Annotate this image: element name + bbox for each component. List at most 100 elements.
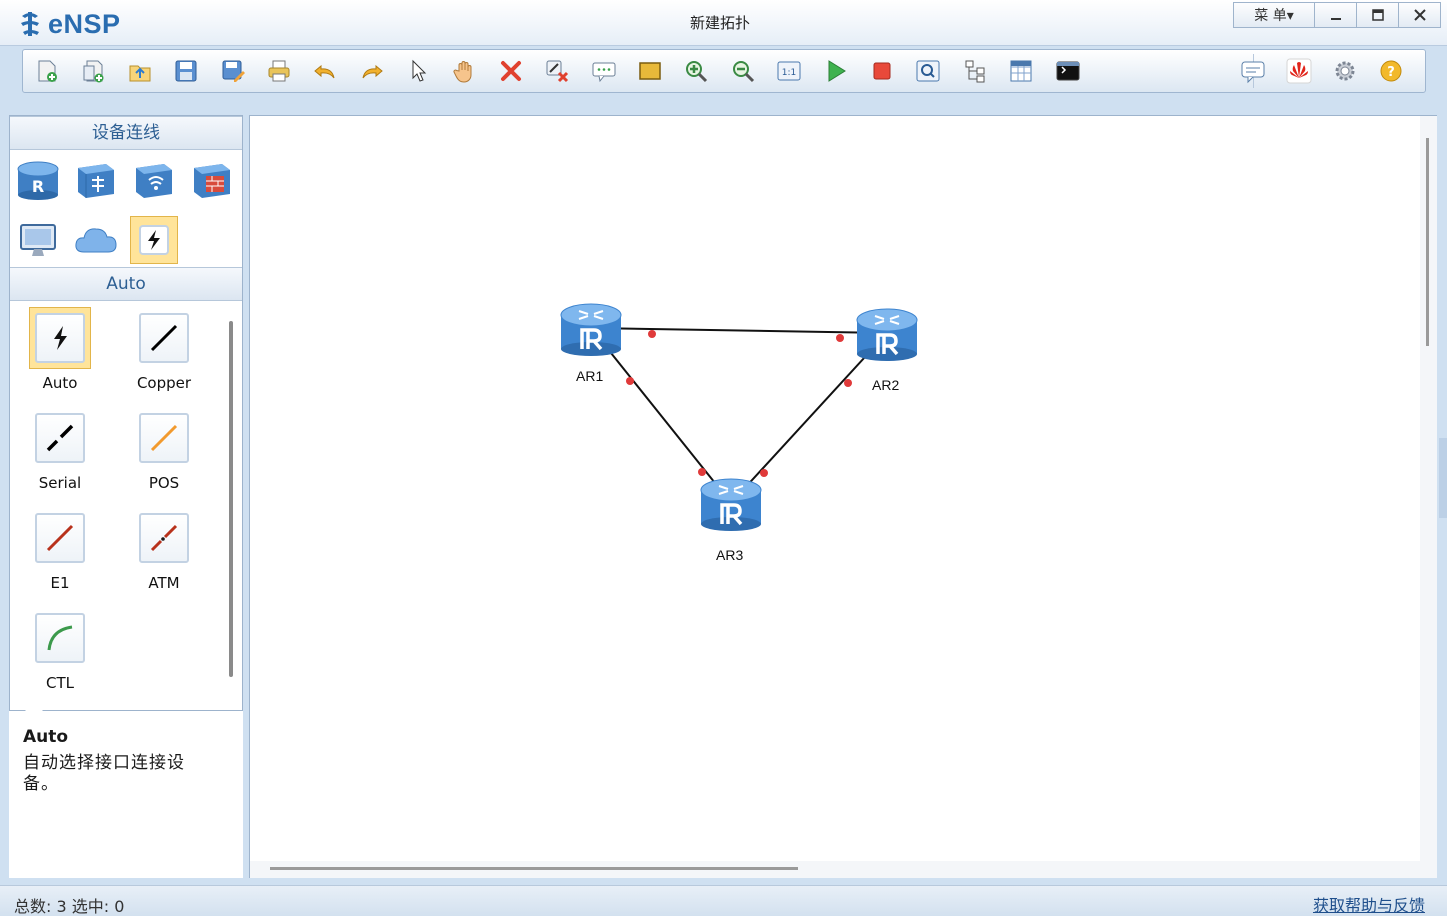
cable-label: ATM	[148, 574, 180, 592]
print-button[interactable]	[261, 53, 297, 89]
description-text: 自动选择接口连接设备。	[23, 753, 185, 794]
delete-icon	[500, 61, 521, 81]
device-category-router[interactable]: R	[14, 156, 62, 204]
router-ar1[interactable]	[560, 303, 622, 356]
cable-icon-box	[139, 513, 189, 563]
description-box: Auto 自动选择接口连接设备。	[9, 702, 243, 878]
open-button[interactable]	[122, 53, 158, 89]
text-annotation-button[interactable]	[586, 53, 622, 89]
device-panel: 设备连线 R Auto Auto Copper Serial POS E1 AT…	[9, 115, 243, 878]
device-category-wireless[interactable]	[130, 156, 178, 204]
link-AR1-AR3[interactable]	[590, 327, 732, 504]
topology-drawing[interactable]	[250, 116, 1420, 861]
ctl-cable-icon	[47, 625, 73, 651]
app-name: eNSP	[48, 8, 121, 39]
cable-item-copper[interactable]: Copper	[114, 303, 214, 399]
cloud-icon	[75, 228, 117, 253]
svg-text:?: ?	[1387, 65, 1395, 80]
save-as-button[interactable]	[215, 53, 251, 89]
print-icon	[268, 60, 290, 82]
settings-button[interactable]	[1327, 53, 1363, 89]
grid-button[interactable]	[1003, 53, 1039, 89]
forum-icon	[1241, 61, 1265, 84]
close-icon	[1413, 9, 1426, 21]
delete-link-button[interactable]	[539, 53, 575, 89]
maximize-button[interactable]	[1357, 2, 1399, 28]
router-ar2[interactable]	[856, 308, 918, 361]
zoom-out-icon	[732, 61, 754, 83]
save-icon	[175, 60, 197, 82]
help-button[interactable]: ?	[1373, 53, 1409, 89]
port-indicator-0	[648, 330, 656, 338]
minimize-button[interactable]	[1315, 2, 1357, 28]
select-pointer-icon	[412, 59, 427, 82]
router-ar3[interactable]	[700, 478, 762, 531]
router-base	[857, 347, 917, 361]
close-button[interactable]	[1399, 2, 1441, 28]
undo-button[interactable]	[307, 53, 343, 89]
zoom-out-button[interactable]	[725, 53, 761, 89]
stop-device-button[interactable]	[864, 53, 900, 89]
zoom-in-icon	[686, 61, 708, 83]
pos-cable-icon	[150, 424, 178, 452]
new-example-icon	[83, 60, 104, 83]
help-icon: ?	[1380, 60, 1402, 82]
cable-item-serial[interactable]: Serial	[10, 403, 110, 499]
zoom-in-button[interactable]	[678, 53, 714, 89]
cable-tile	[133, 307, 195, 369]
device-category-cable[interactable]	[130, 216, 178, 264]
huawei-icon	[1286, 58, 1312, 84]
cable-list-scrollbar[interactable]	[229, 321, 233, 677]
save-button[interactable]	[168, 53, 204, 89]
rectangle-button[interactable]	[632, 53, 668, 89]
firewall-icon	[194, 164, 230, 198]
cable-label: Copper	[136, 374, 192, 392]
device-category-firewall[interactable]	[188, 156, 236, 204]
delete-button[interactable]	[493, 53, 529, 89]
cable-item-e1[interactable]: E1	[10, 503, 110, 599]
redo-button[interactable]	[354, 53, 390, 89]
device-category-switch[interactable]	[72, 156, 120, 204]
right-collapse-tab[interactable]	[1439, 438, 1447, 518]
description-notch	[25, 702, 43, 711]
link-AR1-AR2[interactable]	[590, 327, 888, 334]
cable-label: Auto	[42, 374, 78, 392]
help-feedback-link[interactable]: 获取帮助与反馈	[1313, 892, 1425, 916]
cable-tile	[29, 307, 91, 369]
topology-tree-button[interactable]	[957, 53, 993, 89]
new-topology-icon	[38, 60, 57, 82]
start-device-button[interactable]	[818, 53, 854, 89]
switch-icon	[78, 164, 114, 198]
new-topology-button[interactable]	[29, 53, 65, 89]
delete-link-icon	[546, 60, 569, 83]
cable-tile	[29, 607, 91, 669]
cable-item-auto[interactable]: Auto	[10, 303, 110, 399]
topology-canvas[interactable]: AR1 AR2 AR3	[249, 115, 1437, 878]
capture-button[interactable]	[910, 53, 946, 89]
router-label-ar3: AR3	[716, 547, 744, 563]
svg-text:R: R	[32, 177, 44, 196]
menu-button[interactable]: 菜 单▾	[1233, 2, 1315, 28]
select-pointer-button[interactable]	[400, 53, 436, 89]
hand-pan-button[interactable]	[447, 53, 483, 89]
terminal-button[interactable]	[1050, 53, 1086, 89]
vertical-scrollbar-thumb[interactable]	[1426, 138, 1429, 346]
cable-label: Serial	[38, 474, 82, 492]
forum-button[interactable]	[1235, 53, 1271, 89]
fit-view-button[interactable]: 1:1	[771, 53, 807, 89]
horizontal-scrollbar-thumb[interactable]	[270, 867, 798, 870]
description-title: Auto	[23, 727, 69, 747]
huawei-button[interactable]	[1281, 53, 1317, 89]
new-example-button[interactable]	[75, 53, 111, 89]
cable-item-atm[interactable]: ATM	[114, 503, 214, 599]
atm-cable-icon	[150, 524, 178, 552]
port-indicator-4	[698, 468, 706, 476]
cable-item-ctl[interactable]: CTL	[10, 603, 110, 699]
link-AR2-AR3[interactable]	[730, 332, 888, 504]
cable-item-pos[interactable]: POS	[114, 403, 214, 499]
device-category-cloud[interactable]	[72, 216, 120, 264]
device-category-pc[interactable]	[14, 216, 62, 264]
port-indicator-3	[844, 379, 852, 387]
hand-pan-icon	[453, 61, 472, 83]
topology-tree-icon	[965, 60, 985, 83]
